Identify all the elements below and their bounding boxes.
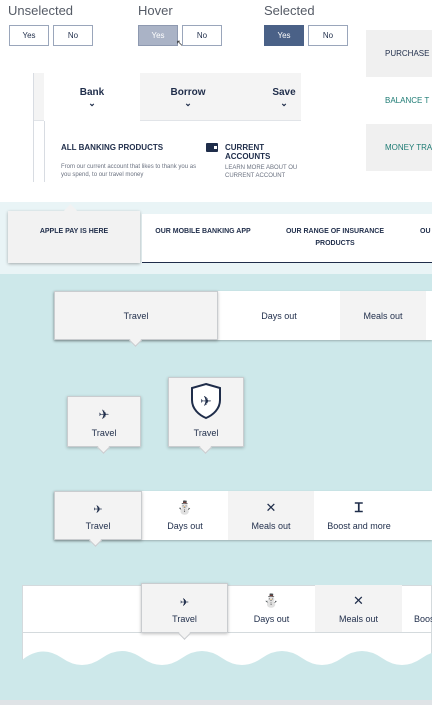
purchase-item[interactable]: PURCHASE [366, 30, 432, 77]
menu-heading[interactable]: ALL BANKING PRODUCTS [61, 143, 163, 152]
gift-icon: ⛄ [263, 593, 280, 608]
current-accounts-desc: LEARN MORE ABOUT OU CURRENT ACCOUNT [225, 165, 298, 179]
svg-text:✈: ✈ [200, 394, 212, 410]
wave-divider [22, 651, 432, 670]
shield-tile-label: Travel [193, 428, 219, 438]
insurance-link[interactable]: OUR RANGE OF INSURANCE PRODUCTS [276, 226, 394, 250]
bottom-strip [0, 700, 432, 705]
current-accounts-title[interactable]: CURRENT ACCOUNTS [225, 143, 295, 161]
tab-bank[interactable]: Bank ⌄ [44, 73, 140, 121]
tab-save-label: Save [272, 86, 296, 98]
more-link[interactable]: OU [420, 226, 432, 238]
airplane-icon: ✈ [93, 504, 103, 516]
tab-borrow[interactable]: Borrow ⌄ [140, 73, 236, 121]
airplane-icon: ✈ [98, 407, 110, 422]
travel-tile-label: Travel [91, 428, 117, 438]
chevron-down-icon: ⌄ [280, 97, 288, 108]
balance-transfer-item[interactable]: BALANCE T [366, 77, 432, 124]
hover-no-button[interactable]: No [182, 25, 222, 46]
apple-pay-label: APPLE PAY IS HERE [39, 228, 109, 235]
chevron-down-icon: ⌄ [88, 97, 96, 108]
tab-borrow-label: Borrow [170, 86, 206, 98]
card-icon [206, 143, 218, 152]
unselected-yes-button[interactable]: Yes [9, 25, 49, 46]
boost-icon: Ꮖ [354, 500, 364, 515]
tab-save[interactable]: Save ⌄ [236, 73, 332, 121]
selected-yes-button[interactable]: Yes [264, 25, 304, 46]
menu-divider [44, 121, 45, 182]
row3-meals-label: Meals out [338, 614, 379, 624]
gift-icon: ⛄ [176, 500, 194, 515]
selected-label: Selected [264, 3, 315, 18]
row2-meals-label: Meals out [251, 521, 291, 531]
row3-boost-label[interactable]: Boos [402, 614, 432, 624]
mobile-banking-link[interactable]: OUR MOBILE BANKING APP [148, 226, 258, 238]
chevron-down-icon: ⌄ [184, 97, 192, 108]
row2-travel-label: Travel [85, 521, 111, 531]
row2-days-out-label[interactable]: Days out [142, 521, 228, 531]
menu-tab-bar: Bank ⌄ Borrow ⌄ Save ⌄ [34, 73, 301, 121]
cutlery-icon: ✕ [265, 500, 277, 515]
menu-description: From our current account that likes to t… [61, 164, 197, 178]
shield-icon: ✈ [191, 382, 221, 420]
hover-label: Hover [138, 3, 173, 18]
banking-menu: Bank ⌄ Borrow ⌄ Save ⌄ ALL BANKING PRODU… [33, 73, 301, 182]
tab-bank-label: Bank [79, 86, 105, 98]
row3-days-out-label[interactable]: Days out [228, 614, 315, 624]
money-transfer-item[interactable]: MONEY TRA [366, 124, 432, 171]
unselected-no-button[interactable]: No [53, 25, 93, 46]
cutlery-icon: ✕ [353, 593, 364, 608]
row1-days-out-label[interactable]: Days out [218, 311, 340, 321]
row1-travel-label: Travel [123, 311, 149, 321]
row2-tab-meals[interactable] [228, 491, 314, 540]
row1-meals-label: Meals out [363, 311, 403, 321]
unselected-label: Unselected [8, 3, 74, 18]
row3-travel-label: Travel [172, 614, 197, 624]
selected-no-button[interactable]: No [308, 25, 348, 46]
hover-yes-button[interactable]: Yes [138, 25, 178, 46]
airplane-icon: ✈ [179, 597, 190, 609]
row2-boost-label[interactable]: Boost and more [314, 521, 404, 531]
